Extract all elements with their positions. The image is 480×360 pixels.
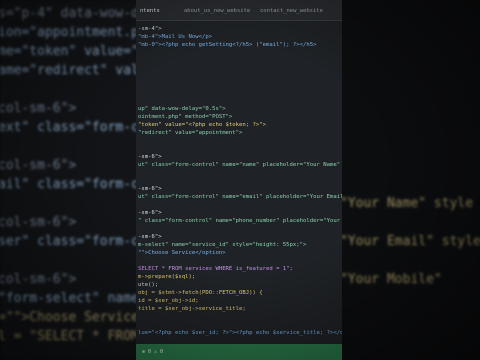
background-code-line: me="token" value="<	[0, 44, 147, 59]
code-line: ut" class="form-control" name="name" pla…	[138, 162, 342, 168]
background-code-line: ion="appointment.php" method="POST	[0, 25, 150, 40]
background-code-line: ser" class="form-contro	[0, 234, 150, 249]
background-code-line: ame="redirect" value="	[0, 63, 150, 78]
code-line: "token" value="<?php echo $token; ?>">	[138, 122, 266, 128]
code-line: -sm-6">	[138, 154, 162, 160]
background-code-line: col-sm-6">	[0, 101, 77, 116]
code-line: "mb-0"><?php echo getSetting<?/h5> ("ema…	[138, 42, 317, 48]
background-code-right: "Your Name" style "Your Email" style "Your…	[340, 0, 480, 360]
background-code-line: ail" class="form-contro	[0, 177, 150, 192]
code-line: up" data-wow-delay="0.5s">	[138, 106, 226, 112]
code-line: lue="<?php echo $ser_id; ?>"><?php echo …	[138, 330, 342, 336]
background-code-line: col-sm-6">	[0, 272, 77, 287]
code-line: obj = $stmt->fetch(PDO::FETCH_OBJ)) {	[138, 290, 263, 296]
code-line: "mb-4">Mail Us Now</p>	[138, 34, 213, 40]
background-code-line: "Your Email" style	[340, 234, 480, 249]
background-code-line: "Your Mobile"	[340, 272, 442, 287]
status-bar: ⊗ 0 ⚠ 0	[136, 344, 342, 360]
code-line: m->prepare($sql);	[138, 274, 196, 280]
background-code-line: ="">Choose Service</opti	[0, 310, 150, 325]
code-editor-screen: ntents about_us_new_website contact_new_…	[136, 0, 342, 360]
background-code-line: s="p-4" data-wow-delay="0	[0, 6, 150, 21]
background-code-line: "form-select" name="servi	[0, 291, 150, 306]
code-line: "redirect" value="appointment">	[138, 130, 243, 136]
background-code-line: ext" class="form-contro	[0, 120, 150, 135]
background-code-line: l = "SELECT * FROM servic	[0, 329, 150, 344]
editor-tab-bar: ntents about_us_new_website contact_new_…	[136, 0, 342, 21]
code-line: ut" class="form-control" name="email" pl…	[138, 194, 342, 200]
code-editor[interactable]: -sm-4"> "mb-4">Mail Us Now</p> "mb-0"><?ph…	[136, 26, 342, 344]
tab-contact[interactable]: contact_new_website	[260, 4, 323, 18]
code-line: -sm-4">	[138, 26, 162, 32]
code-line: SELECT * FROM services WHERE is_featured…	[138, 266, 293, 272]
code-line: -sm-6">	[138, 210, 162, 216]
background-code-line: "Your Name" style	[340, 196, 474, 211]
code-line: m-select" name="service_id" style="heigh…	[138, 242, 307, 248]
code-line: -sm-6">	[138, 186, 162, 192]
code-line: " class="form-control" name="phone_numbe…	[138, 218, 342, 224]
code-line: title = $ser_obj->service_title;	[138, 306, 246, 312]
status-problems[interactable]: ⊗ 0 ⚠ 0	[142, 344, 163, 360]
code-line: "">Choose Service</option>	[138, 250, 226, 256]
code-line: ointment.php" method="POST">	[138, 114, 233, 120]
background-code-left: s="p-4" data-wow-delay="0 ion="appointmen…	[0, 0, 150, 360]
code-line: -sm-6">	[138, 234, 162, 240]
code-line: id = $ser_obj->id;	[138, 298, 199, 304]
background-code-line: col-sm-6">	[0, 158, 77, 173]
tab-contents[interactable]: ntents	[140, 4, 160, 18]
background-code-line: col-sm-6">	[0, 215, 77, 230]
tab-about-us[interactable]: about_us_new_website	[184, 4, 250, 18]
code-line: ute();	[138, 282, 159, 288]
